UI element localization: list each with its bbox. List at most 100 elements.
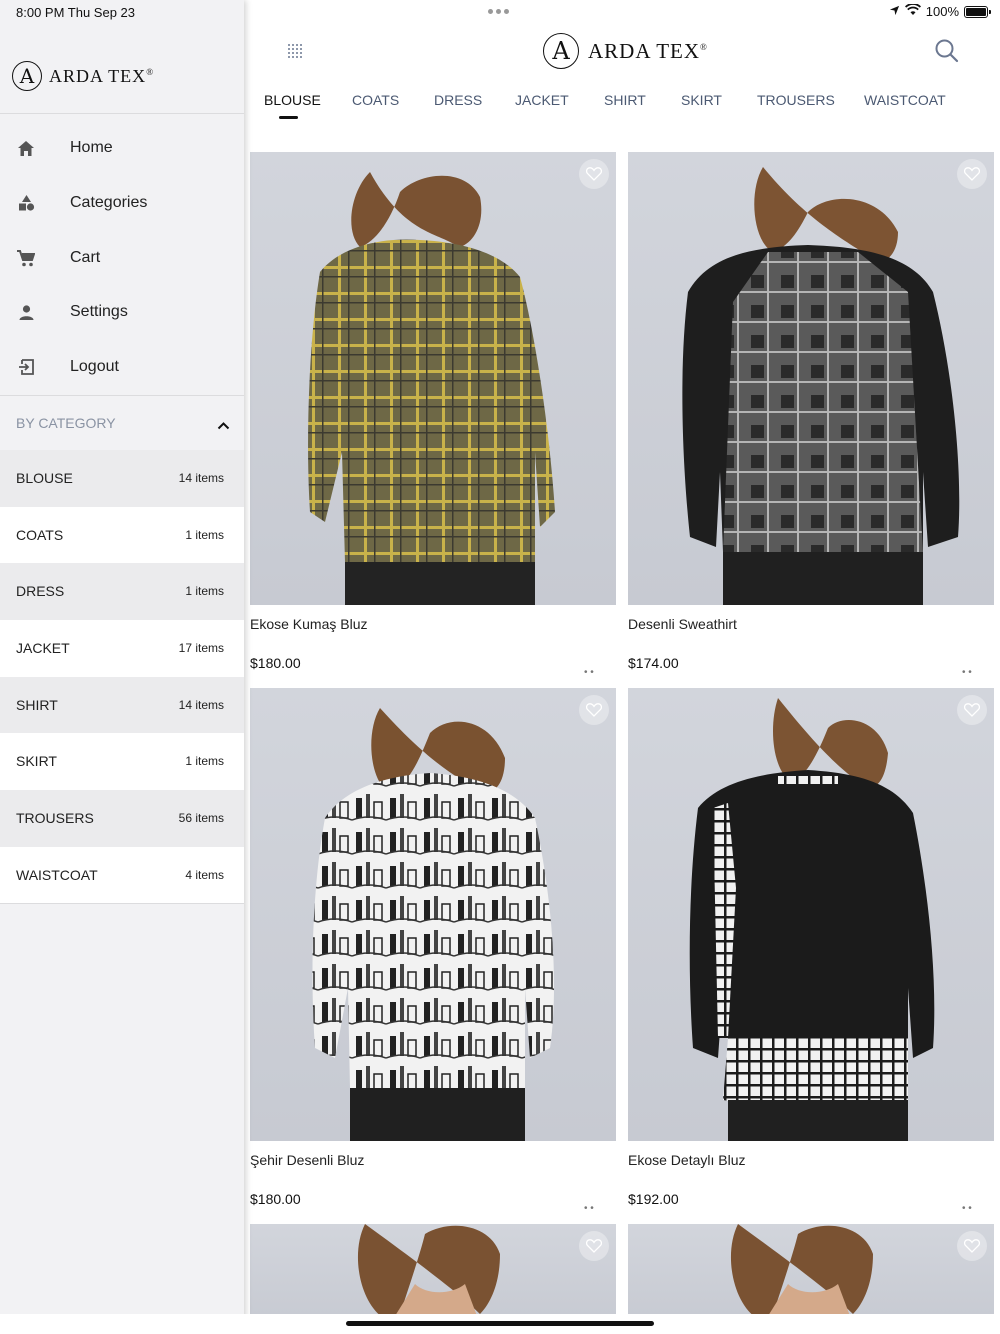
home-icon (16, 138, 36, 158)
main-content: A ARDA TEX® BLOUSE COATS DRESS JACKET SH… (244, 0, 1000, 1334)
more-icon[interactable]: • • (584, 667, 594, 678)
tab-skirt[interactable]: SKIRT (681, 92, 722, 108)
menu-item-label: Categories (70, 194, 148, 211)
header-logo: A ARDA TEX® (543, 33, 708, 69)
favorite-heart-icon[interactable] (957, 695, 987, 725)
tab-shirt[interactable]: SHIRT (604, 92, 646, 108)
favorite-heart-icon[interactable] (957, 1231, 987, 1261)
tab-coats[interactable]: COATS (352, 92, 399, 108)
category-count: 4 items (185, 868, 224, 882)
category-count: 56 items (178, 811, 224, 825)
category-name: TROUSERS (16, 810, 94, 826)
drawer-divider (0, 113, 244, 114)
menu-item-settings[interactable]: Settings (0, 292, 244, 332)
menu-item-cart[interactable]: Cart (0, 238, 244, 278)
category-row-shirt[interactable]: SHIRT 14 items (0, 677, 244, 734)
category-row-blouse[interactable]: BLOUSE 14 items (0, 450, 244, 507)
category-tabs: BLOUSE COATS DRESS JACKET SHIRT SKIRT TR… (244, 92, 1000, 122)
category-name: COATS (16, 527, 64, 543)
category-count: 14 items (178, 698, 224, 712)
categories-icon (16, 193, 36, 213)
product-title: Şehir Desenli Bluz (250, 1152, 365, 1168)
side-drawer: A ARDA TEX® Home Categories Cart Setting… (0, 0, 244, 1334)
tab-dress[interactable]: DRESS (434, 92, 482, 108)
product-image[interactable] (628, 152, 994, 605)
logout-icon (16, 357, 36, 377)
category-row-skirt[interactable]: SKIRT 1 items (0, 733, 244, 790)
battery-icon (964, 5, 991, 18)
tab-trousers[interactable]: TROUSERS (757, 92, 835, 108)
logo-name: ARDA TEX (588, 38, 701, 63)
category-count: 1 items (185, 584, 224, 598)
menu-item-logout[interactable]: Logout (0, 347, 244, 387)
dot-grid-menu-icon[interactable] (285, 41, 305, 66)
product-card[interactable] (250, 1224, 617, 1324)
chevron-up-icon[interactable] (217, 417, 230, 435)
menu-item-home[interactable]: Home (0, 128, 244, 168)
category-row-jacket[interactable]: JACKET 17 items (0, 620, 244, 677)
tab-jacket[interactable]: JACKET (515, 92, 569, 108)
menu-item-label: Cart (70, 249, 101, 266)
home-indicator[interactable] (346, 1321, 654, 1326)
registered-mark: ® (700, 41, 708, 52)
favorite-heart-icon[interactable] (957, 159, 987, 189)
category-name: SKIRT (16, 753, 57, 769)
more-icon[interactable]: • • (584, 1203, 594, 1214)
drawer-divider (0, 903, 244, 904)
menu-item-label: Home (70, 139, 113, 156)
multitask-dots[interactable] (488, 9, 509, 14)
product-title: Ekose Detaylı Bluz (628, 1152, 746, 1168)
wifi-icon (904, 3, 921, 19)
category-row-dress[interactable]: DRESS 1 items (0, 563, 244, 620)
more-icon[interactable]: • • (962, 667, 972, 678)
product-price: $180.00 (250, 655, 301, 671)
category-name: SHIRT (16, 697, 58, 713)
category-row-waistcoat[interactable]: WAISTCOAT 4 items (0, 847, 244, 904)
location-icon (889, 4, 900, 19)
favorite-heart-icon[interactable] (579, 159, 609, 189)
drawer-divider (0, 395, 244, 396)
by-category-header[interactable]: BY CATEGORY (0, 405, 244, 441)
status-icons: 100% (889, 3, 991, 19)
registered-mark: ® (146, 66, 155, 77)
category-name: BLOUSE (16, 470, 73, 486)
battery-percent: 100% (925, 4, 959, 19)
menu-item-label: Settings (70, 303, 128, 320)
product-image[interactable] (250, 1224, 616, 1324)
product-price: $192.00 (628, 1191, 679, 1207)
product-image[interactable] (628, 688, 994, 1141)
logo-name: ARDA TEX (49, 65, 147, 86)
product-card[interactable] (628, 1224, 995, 1324)
cart-icon (16, 248, 36, 268)
active-tab-indicator (279, 116, 298, 119)
by-category-label: BY CATEGORY (16, 415, 116, 431)
product-price: $180.00 (250, 1191, 301, 1207)
product-title: Ekose Kumaş Bluz (250, 616, 368, 632)
tab-waistcoat[interactable]: WAISTCOAT (864, 92, 946, 108)
category-row-trousers[interactable]: TROUSERS 56 items (0, 790, 244, 847)
product-image[interactable] (628, 1224, 994, 1324)
menu-item-categories[interactable]: Categories (0, 183, 244, 223)
product-image[interactable] (250, 152, 616, 605)
category-name: DRESS (16, 583, 65, 599)
category-name: JACKET (16, 640, 70, 656)
drawer-logo: A ARDA TEX® (12, 61, 154, 91)
more-icon[interactable]: • • (962, 1203, 972, 1214)
status-time: 8:00 PM Thu Sep 23 (16, 5, 136, 20)
product-title: Desenli Sweathirt (628, 616, 737, 632)
product-price: $174.00 (628, 655, 679, 671)
person-icon (16, 302, 36, 322)
search-icon[interactable] (934, 38, 960, 69)
favorite-heart-icon[interactable] (579, 695, 609, 725)
category-count: 1 items (185, 528, 224, 542)
logo-mark: A (12, 61, 42, 91)
category-name: WAISTCOAT (16, 867, 98, 883)
category-row-coats[interactable]: COATS 1 items (0, 507, 244, 564)
product-image[interactable] (250, 688, 616, 1141)
favorite-heart-icon[interactable] (579, 1231, 609, 1261)
menu-item-label: Logout (70, 358, 119, 375)
tab-blouse[interactable]: BLOUSE (264, 92, 321, 108)
category-count: 17 items (178, 641, 224, 655)
logo-mark: A (543, 33, 579, 69)
category-count: 14 items (178, 471, 224, 485)
